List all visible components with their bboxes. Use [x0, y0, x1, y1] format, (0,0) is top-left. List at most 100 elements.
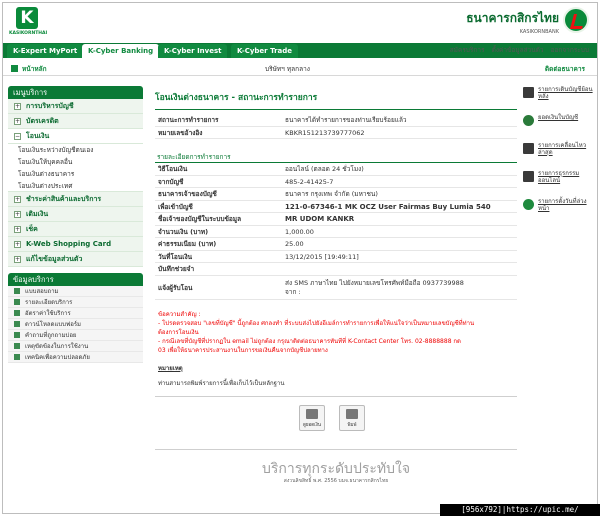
quick-link-balance[interactable]: ยอดเงินในบัญชี [523, 114, 597, 140]
sidebar-item-credit-card[interactable]: + บัตรเครดิต [8, 114, 143, 129]
info-item-label: คำถามที่ถูกถามบ่อย [25, 332, 77, 339]
info-item-label: แบบสอบถาม [25, 288, 59, 295]
notice-line: ต้องการโอนเงิน [158, 328, 199, 336]
info-item-survey[interactable]: แบบสอบถาม [8, 286, 143, 297]
status-row: สถานะการทำรายการ ธนาคารได้ทำรายการของท่า… [155, 114, 517, 127]
sidebar-sub-other-person[interactable]: โอนเงินให้บุคคลอื่น [8, 156, 143, 168]
status-label: สถานะการทำรายการ [158, 116, 219, 124]
detail-row-from-account: จากบัญชี 485-2-41425-7 [155, 176, 517, 188]
quick-link-scheduled[interactable]: รายการตั้งวันที่ล่วงหน้า [523, 198, 597, 224]
notice-line: - กรณีเลขที่บัญชีที่ปรากฏใน email ไม่ถูก… [158, 337, 461, 345]
printer-icon [346, 409, 358, 419]
detail-value: MR UDOM KANKR [285, 215, 355, 223]
quick-link-label: รายการตั้งวันที่ล่วงหน้า [538, 198, 587, 212]
home-label: หน้าหลัก [22, 65, 47, 73]
sidebar-sub-other-bank[interactable]: โอนเงินต่างธนาคาร [8, 168, 143, 180]
detail-value: 485-2-41425-7 [285, 177, 334, 186]
info-item-label: อัตราค่าใช้บริการ [25, 310, 71, 317]
detail-key: ธนาคารเจ้าของบัญชี [158, 190, 217, 198]
service-info-title: ข้อมูลบริการ [8, 273, 143, 286]
sidebar-sub-international[interactable]: โอนเงินต่างประเทศ [8, 180, 143, 192]
bank-emblem-icon [563, 7, 589, 33]
detail-row-memo: บันทึกช่วยจำ [155, 263, 517, 276]
bank-name-eng: KASIKORNBANK [519, 29, 559, 35]
notice-line: - โปรดตรวจสอบ "เลขที่บัญชี" นี้ถูกต้อง ศ… [158, 319, 475, 327]
detail-key: ชื่อเจ้าของบัญชีในระบบข้อมูล [158, 215, 242, 223]
tab-k-cyber-invest[interactable]: K-Cyber Invest [158, 44, 228, 58]
expand-icon: + [14, 211, 21, 218]
quick-link-label: ยอดเงินในบัญชี [538, 114, 579, 121]
print-button[interactable]: พิมพ์ [339, 405, 365, 431]
action-buttons: ดูยอดเงิน พิมพ์ [299, 405, 365, 435]
sidebar-item-label: เช็ค [26, 225, 38, 233]
sidebar-item-transfer[interactable]: − โอนเงิน [8, 129, 143, 144]
notice-line: 03 เพื่อให้ธนาคารประสานงานในการขอเงินคืน… [158, 346, 328, 354]
reference-label: หมายเลขอ้างอิง [158, 128, 203, 137]
list-icon [523, 171, 534, 182]
sidebar-item-edit-profile[interactable]: + แก้ไขข้อมูลส่วนตัว [8, 252, 143, 267]
sidebar-item-cheque[interactable]: + เช็ค [8, 222, 143, 237]
expand-icon: + [14, 256, 21, 263]
view-balance-button[interactable]: ดูยอดเงิน [299, 405, 325, 431]
detail-row-account-name: ชื่อเจ้าของบัญชีในระบบข้อมูล MR UDOM KANK… [155, 213, 517, 226]
transaction-details-heading: รายละเอียดการทำรายการ [155, 151, 517, 163]
info-item-faq[interactable]: คำถามที่ถูกถามบ่อย [8, 330, 143, 341]
detail-value: 13/12/2015 [19:49:11] [285, 252, 359, 261]
notify-sms-text: ส่ง SMS ภาษาไทย ไปยังหมายเลขโทรศัพท์มือถ… [285, 278, 464, 287]
detail-value: ออนไลน์ (ตลอด 24 ชั่วโมง) [285, 165, 364, 173]
notify-label: แจ้งผู้รับโอน [158, 283, 193, 292]
profile-settings-link[interactable]: ตั้งค่าข้อมูลส่วนตัว [492, 46, 544, 54]
info-item-label: เหตุขัดข้องในการใช้งาน [25, 343, 89, 350]
logout-link[interactable]: ออกจากระบบ [551, 46, 589, 54]
quick-link-online-transactions[interactable]: รายการธุรกรรมออนไลน์ [523, 170, 597, 196]
home-link[interactable]: หน้าหลัก [11, 64, 47, 74]
logo-letter: K [16, 7, 38, 29]
button-label: ดูยอดเงิน [303, 423, 321, 428]
sidebar-item-label: โอนเงิน [26, 132, 50, 140]
notice-line: ข้อความสำคัญ : [158, 310, 201, 318]
info-item-security-tips[interactable]: เทคนิคเพื่อความปลอดภัย [8, 352, 143, 363]
notify-value: ส่ง SMS ภาษาไทย ไปยังหมายเลขโทรศัพท์มือถ… [285, 279, 464, 297]
sidebar-item-bill-payment[interactable]: + ชำระค่าสินค้าและบริการ [8, 192, 143, 207]
sidebar-item-label: การบริหารบัญชี [26, 102, 74, 110]
document-icon [14, 310, 20, 316]
info-item-label: เทคนิคเพื่อความปลอดภัย [25, 354, 90, 361]
tab-k-cyber-banking[interactable]: K-Cyber Banking [82, 44, 160, 58]
info-item-download-forms[interactable]: ดาวน์โหลดแบบฟอร์ม [8, 319, 143, 330]
register-link[interactable]: สมัครบริการ [450, 46, 485, 54]
sub-header: หน้าหลัก บริษัทฯ ทุลกลาง ติดต่อธนาคาร [3, 60, 597, 76]
kasikorn-logo[interactable]: K KASIKORNTHAI [9, 7, 48, 39]
quick-link-label: รายการธุรกรรมออนไลน์ [538, 170, 580, 184]
reference-value: KBKR151213739777062 [285, 128, 365, 137]
important-notice: ข้อความสำคัญ : - โปรดตรวจสอบ "เลขที่บัญช… [155, 310, 517, 355]
quick-link-recent-activity[interactable]: รายการเคลื่อนไหวล่าสุด [523, 142, 597, 168]
info-item-fees[interactable]: อัตราค่าใช้บริการ [8, 308, 143, 319]
detail-key: จากบัญชี [158, 177, 184, 186]
contact-bank-link[interactable]: ติดต่อธนาคาร [545, 64, 585, 74]
detail-value: ธนาคาร กรุงเทพ จำกัด (มหาชน) [285, 190, 378, 198]
bank-name: ธนาคารกสิกรไทย KASIKORNBANK [466, 9, 559, 35]
info-item-troubleshoot[interactable]: เหตุขัดข้องในการใช้งาน [8, 341, 143, 352]
page-frame: K KASIKORNTHAI ธนาคารกสิกรไทย KASIKORNBA… [2, 2, 598, 514]
info-item-label: ดาวน์โหลดแบบฟอร์ม [25, 321, 82, 328]
sidebar-item-topup[interactable]: + เติมเงิน [8, 207, 143, 222]
detail-key: วันที่โอนเงิน [158, 252, 193, 261]
quick-link-label: รายการเดินบัญชีย้อนหลัง [538, 86, 593, 100]
sidebar-sub-own-account[interactable]: โอนเงินระหว่างบัญชีตนเอง [8, 144, 143, 156]
sidebar-item-account-management[interactable]: + การบริหารบัญชี [8, 99, 143, 114]
list-icon [523, 143, 534, 154]
logo-text: KASIKORNTHAI [9, 31, 48, 36]
money-icon [523, 115, 534, 126]
tab-k-expert-myport[interactable]: K-Expert MyPort [7, 44, 84, 58]
detail-row-date: วันที่โอนเงิน 13/12/2015 [19:49:11] [155, 251, 517, 263]
remark-heading: หมายเหตุ [158, 364, 183, 372]
tab-k-cyber-trade[interactable]: K-Cyber Trade [231, 44, 299, 58]
footer-slogan: บริการทุกระดับประทับใจ [155, 449, 517, 480]
service-menu-title: เมนูบริการ [8, 86, 143, 99]
document-icon [523, 87, 534, 98]
expand-icon: + [14, 226, 21, 233]
info-item-service-details[interactable]: รายละเอียดบริการ [8, 297, 143, 308]
sidebar-item-label: แก้ไขข้อมูลส่วนตัว [26, 255, 83, 263]
quick-link-statement-history[interactable]: รายการเดินบัญชีย้อนหลัง [523, 86, 597, 112]
sidebar-item-k-web-shopping[interactable]: + K-Web Shopping Card [8, 237, 143, 252]
